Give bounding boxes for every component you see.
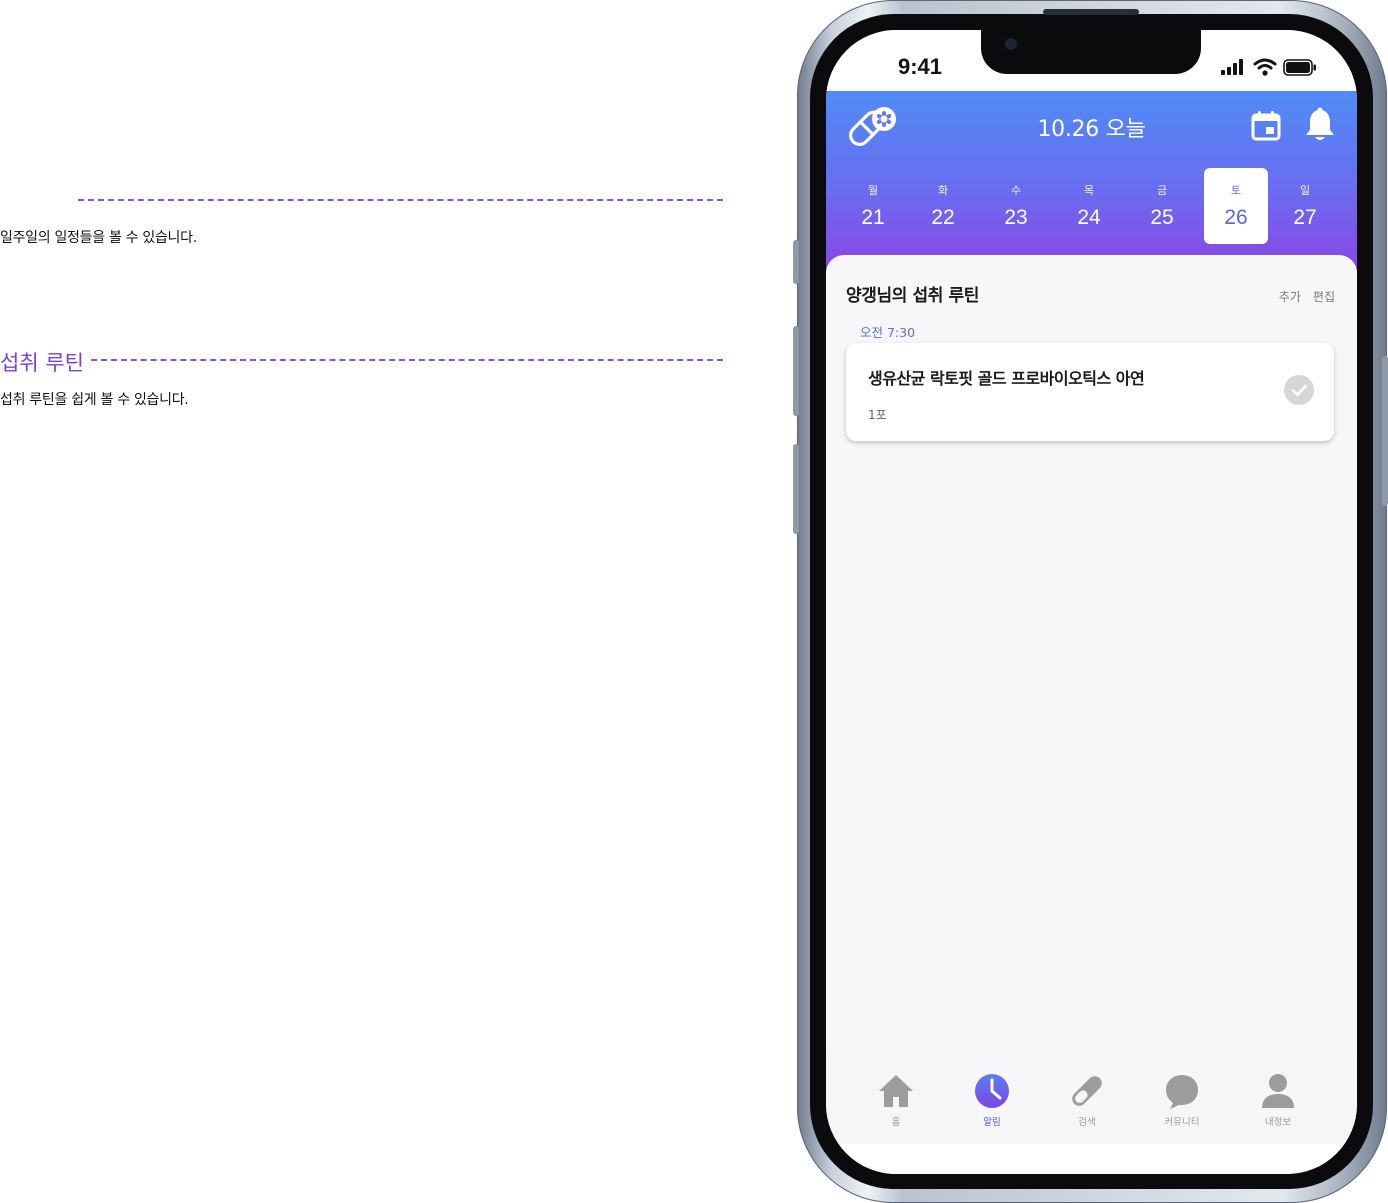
tab-alarm[interactable]: 알림 (960, 1072, 1024, 1128)
routine-time-label: 오전 7:30 (860, 325, 916, 340)
week-strip: 월 21 화 22 수 23 목 24 금 25 토 26 일 27 (826, 168, 1357, 244)
notch (981, 30, 1201, 74)
day-of-week: 일 (1299, 184, 1311, 197)
tab-home[interactable]: 홈 (864, 1072, 928, 1128)
tab-community[interactable]: 커뮤니티 (1150, 1072, 1214, 1128)
day-of-week: 금 (1156, 184, 1168, 197)
day-date: 21 (861, 206, 885, 229)
front-camera (1005, 38, 1017, 50)
home-indicator-area (826, 1144, 1357, 1174)
annotation-description-week: 일주일의 일정들을 볼 수 있습니다. (0, 230, 197, 246)
check-icon[interactable] (1284, 375, 1314, 409)
volume-up-button (793, 326, 799, 416)
calendar-icon[interactable] (1250, 109, 1282, 145)
annotation-connector-week (78, 199, 723, 201)
bell-icon[interactable] (1304, 107, 1336, 147)
routine-actions: 추가 편집 (1279, 288, 1335, 305)
day-of-week: 수 (1010, 184, 1022, 197)
day-date: 26 (1224, 206, 1248, 229)
status-time: 9:41 (898, 54, 943, 79)
day-wed[interactable]: 수 23 (984, 168, 1048, 244)
day-fri[interactable]: 금 25 (1130, 168, 1194, 244)
annotation-description-routine: 섭취 루틴을 쉽게 볼 수 있습니다. (0, 392, 189, 408)
tab-label: 커뮤니티 (1164, 1117, 1200, 1128)
tab-search[interactable]: 검색 (1055, 1072, 1119, 1128)
tab-label: 홈 (891, 1117, 901, 1128)
power-button (1382, 356, 1388, 506)
silent-switch (793, 240, 799, 284)
day-date: 22 (931, 206, 955, 229)
day-sun[interactable]: 일 27 (1273, 168, 1337, 244)
tab-label: 알림 (983, 1117, 1001, 1128)
speaker-grille (1043, 9, 1139, 15)
pill-icon (1055, 1072, 1119, 1112)
day-of-week: 목 (1083, 184, 1095, 197)
bottom-tab-bar: 홈 알림 검색 커뮤니티 내정보 (826, 1056, 1357, 1144)
edit-button[interactable]: 편집 (1313, 288, 1335, 305)
chat-bubble-icon (1150, 1072, 1214, 1112)
phone-screen: 9:41 10.26 오늘 월 21 화 22 수 23 목 24 금 25 토… (826, 30, 1357, 1174)
status-icons (1221, 58, 1317, 76)
routine-section: 양갱님의 섭취 루틴 추가 편집 오전 7:30 생유산균 락토핏 골드 프로바… (826, 255, 1357, 1055)
status-bar: 9:41 (826, 30, 1357, 91)
person-icon (1246, 1072, 1310, 1112)
tab-label: 검색 (1078, 1117, 1096, 1128)
day-sat-selected[interactable]: 토 26 (1204, 168, 1268, 244)
routine-card[interactable]: 생유산균 락토핏 골드 프로바이오틱스 아연 1포 (846, 343, 1334, 441)
tab-my-info[interactable]: 내정보 (1246, 1072, 1310, 1128)
clock-icon (960, 1072, 1024, 1112)
volume-down-button (793, 444, 799, 534)
signal-icon (1221, 59, 1243, 75)
day-date: 23 (1004, 206, 1028, 229)
day-tue[interactable]: 화 22 (911, 168, 975, 244)
day-of-week: 토 (1230, 184, 1242, 197)
tab-label: 내정보 (1264, 1117, 1292, 1128)
routine-title: 양갱님의 섭취 루틴 (846, 286, 979, 306)
battery-icon (1283, 58, 1316, 76)
day-of-week: 화 (937, 184, 949, 197)
day-date: 27 (1293, 206, 1317, 229)
app-header: 10.26 오늘 월 21 화 22 수 23 목 24 금 25 토 26 일… (826, 91, 1357, 271)
annotation-connector-routine (91, 359, 723, 361)
annotation-title-routine: 섭취 루틴 (0, 351, 84, 375)
day-of-week: 월 (867, 184, 879, 197)
add-button[interactable]: 추가 (1279, 288, 1301, 305)
supplement-name: 생유산균 락토핏 골드 프로바이오틱스 아연 (868, 369, 1145, 388)
day-thu[interactable]: 목 24 (1057, 168, 1121, 244)
day-date: 25 (1150, 206, 1174, 229)
day-date: 24 (1077, 206, 1101, 229)
wifi-icon (1253, 58, 1277, 76)
day-mon[interactable]: 월 21 (841, 168, 905, 244)
supplement-quantity: 1포 (868, 408, 887, 422)
home-icon (864, 1072, 928, 1112)
